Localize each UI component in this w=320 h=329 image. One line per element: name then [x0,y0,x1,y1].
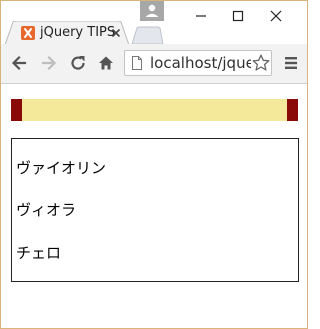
tab-close-button[interactable] [109,26,123,40]
browser-window: jQuery TIPS localhost/jquery ヴァイオリン ヴィオラ… [0,0,308,329]
address-bar[interactable]: localhost/jquery [124,50,272,76]
close-icon [270,10,282,22]
new-tab-icon [131,26,164,45]
close-window-button[interactable] [261,3,291,27]
profile-icon[interactable] [140,1,164,21]
page-content: ヴァイオリン ヴィオラ チェロ [1,84,307,328]
bar-right-handle [287,99,298,121]
menu-icon [285,57,297,69]
home-button[interactable] [96,53,116,73]
title-bar: jQuery TIPS [1,1,307,45]
progress-bar [11,99,298,121]
reload-button[interactable] [68,53,88,73]
minimize-button[interactable] [186,3,216,27]
back-icon [11,55,27,71]
bar-left-handle [11,99,22,121]
star-icon [252,54,270,71]
tab-title: jQuery TIPS [40,25,116,40]
list-item: ヴィオラ [16,201,77,219]
back-button[interactable] [9,53,29,73]
menu-button[interactable] [281,53,301,73]
page-icon [131,56,143,70]
new-tab-button[interactable] [129,25,165,45]
forward-icon [41,55,57,71]
maximize-button[interactable] [223,3,253,27]
browser-tab[interactable]: jQuery TIPS [5,21,129,45]
reload-icon [71,56,85,70]
minimize-icon [196,15,206,17]
maximize-icon [232,10,244,22]
bookmark-star-button[interactable] [251,53,271,73]
instrument-list: ヴァイオリン ヴィオラ チェロ [11,138,299,282]
browser-toolbar: localhost/jquery [1,44,307,84]
home-icon [99,56,113,70]
xampp-favicon-icon [21,26,35,40]
list-item: チェロ [16,244,62,262]
forward-button[interactable] [39,53,59,73]
tab-close-icon [111,28,121,38]
list-item: ヴァイオリン [16,159,107,177]
